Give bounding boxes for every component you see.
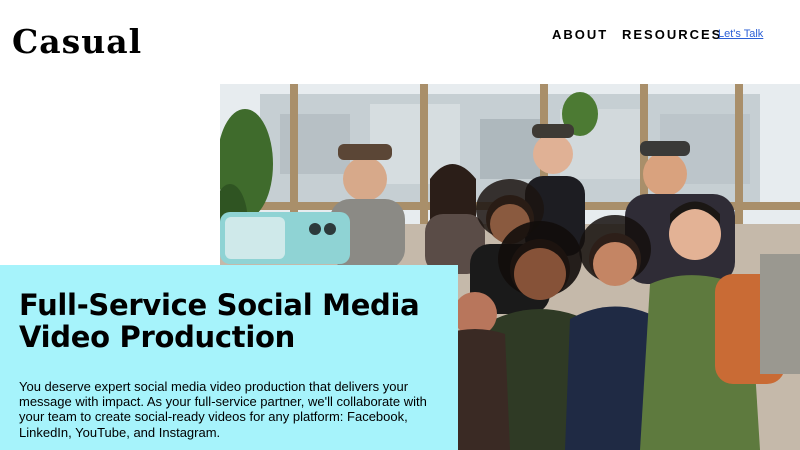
nav-about-link[interactable]: ABOUT xyxy=(552,27,608,45)
hero-title: Full-Service Social Media Video Producti… xyxy=(19,288,420,354)
casual-logo[interactable]: Casual xyxy=(12,22,142,62)
nav-resources-link[interactable]: RESOURCES xyxy=(622,27,722,45)
site-header: Casual ABOUT RESOURCES Let's Talk xyxy=(0,0,800,84)
lets-talk-link[interactable]: Let's Talk xyxy=(718,28,763,40)
hero-description: You deserve expert social media video pr… xyxy=(19,379,427,440)
hero-card: Full-Service Social Media Video Producti… xyxy=(0,265,458,450)
